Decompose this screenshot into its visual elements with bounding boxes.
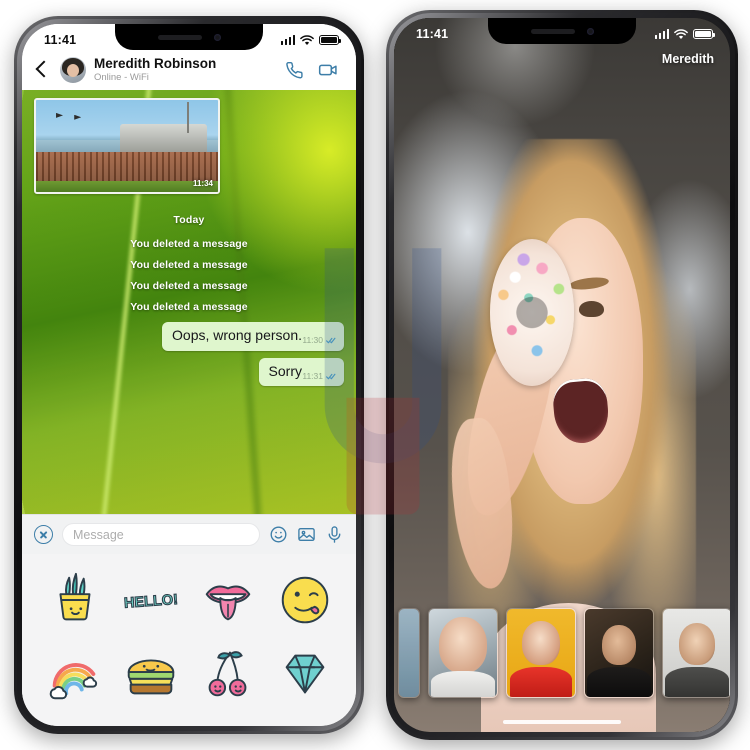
front-camera-icon (586, 27, 594, 35)
hello-text-sticker[interactable]: HELLO! (120, 569, 182, 631)
wifi-icon (300, 34, 314, 45)
thumbnail-0[interactable] (398, 608, 420, 698)
pier-photo-image (36, 100, 218, 192)
message-input[interactable]: Message (62, 523, 260, 546)
thumbnail-face (439, 617, 487, 673)
cactus-plant-sticker[interactable] (43, 569, 105, 631)
pier-deck (36, 151, 218, 184)
contact-avatar[interactable] (60, 57, 86, 83)
thumbnail-2[interactable] (506, 608, 576, 698)
grass-band (36, 180, 218, 192)
contact-info: Meredith Robinson Online - WiFi (94, 56, 276, 83)
outgoing-message-bubble[interactable]: Sorry 11:31 (258, 357, 344, 387)
device-notch (115, 24, 263, 50)
cherries-sticker[interactable] (197, 643, 259, 705)
contact-name: Meredith Robinson (94, 56, 217, 72)
signal-bars-icon (654, 29, 669, 39)
deleted-message-notice: You deleted a message (130, 259, 248, 271)
chat-message-area[interactable]: 11:34 Today You deleted a message You de… (22, 90, 356, 514)
lips-tongue-sticker[interactable] (197, 569, 259, 631)
message-timestamp: 11:31 (302, 370, 323, 381)
pier-mast (186, 101, 189, 134)
story-author-name: Meredith (661, 52, 714, 66)
message-timestamp: 11:30 (302, 335, 323, 346)
battery-icon (693, 29, 716, 39)
eye-region (578, 300, 604, 318)
diamond-sticker[interactable] (274, 643, 336, 705)
sail-flag-icon-2 (74, 114, 82, 120)
thumbnail-body (587, 667, 651, 697)
status-icons (280, 34, 342, 46)
front-camera-icon (213, 33, 221, 41)
photo-timestamp: 11:34 (192, 179, 213, 188)
winking-face-sticker[interactable] (274, 569, 336, 631)
burger-sticker[interactable] (120, 643, 182, 705)
battery-icon (319, 35, 342, 45)
earpiece-speaker (157, 34, 202, 40)
screenshot-stage: 11:41 Meredith Robinson Online - WiFi 11… (0, 0, 750, 750)
message-list: 11:34 Today You deleted a message You de… (22, 90, 356, 392)
pier-pavilion (119, 123, 208, 152)
day-divider: Today (34, 210, 344, 228)
device-notch (488, 18, 636, 44)
message-input-placeholder: Message (73, 527, 124, 542)
contact-status: Online - WiFi (94, 71, 149, 83)
left-phone-screen: 11:41 Meredith Robinson Online - WiFi 11… (22, 24, 356, 726)
thumbnail-strip[interactable] (394, 602, 730, 698)
deleted-message-notice: You deleted a message (130, 301, 248, 313)
signal-bars-icon (280, 35, 295, 45)
earpiece-speaker (530, 28, 575, 34)
thumbnail-face (679, 623, 715, 665)
home-indicator[interactable] (503, 719, 621, 724)
microphone-icon[interactable] (325, 525, 344, 544)
story-viewer[interactable]: 11:41 Meredith (394, 18, 730, 732)
message-text: Sorry (268, 362, 302, 379)
back-chevron-icon[interactable] (32, 60, 52, 80)
status-time: 11:41 (416, 27, 449, 41)
status-time: 11:41 (44, 33, 77, 47)
image-icon[interactable] (297, 525, 316, 544)
message-row: Sorry 11:31 (34, 357, 344, 387)
phone-call-icon[interactable] (284, 60, 304, 80)
thumbnail-body (665, 667, 729, 697)
thumbnail-face (602, 625, 636, 665)
deleted-message-notice: You deleted a message (130, 280, 248, 292)
thumbnail-image (399, 609, 419, 697)
sprinkled-donut (489, 239, 574, 386)
smiley-icon[interactable] (269, 525, 288, 544)
outgoing-message-bubble[interactable]: Oops, wrong person. 11:30 (162, 322, 344, 351)
double-check-icon (326, 373, 337, 380)
video-camera-icon[interactable] (318, 60, 338, 80)
header-actions (284, 60, 342, 80)
right-phone-screen: 11:41 Meredith (394, 18, 730, 732)
day-divider-label: Today (173, 214, 205, 226)
photo-message-bubble[interactable]: 11:34 (34, 98, 220, 194)
sail-flag-icon (56, 112, 64, 118)
chat-header-bar: 11:41 Meredith Robinson Online - WiFi (22, 24, 356, 90)
rainbow-sticker[interactable] (43, 643, 105, 705)
message-meta: 11:31 (302, 370, 337, 382)
deleted-message-notice: You deleted a message (130, 238, 248, 250)
message-row: Oops, wrong person. 11:30 (34, 322, 344, 351)
sticker-tray: HELLO! (22, 554, 356, 726)
message-input-bar: Message (22, 514, 356, 554)
thumbnail-face (522, 621, 560, 665)
thumbnail-1[interactable] (428, 608, 498, 698)
thumbnail-3[interactable] (584, 608, 654, 698)
wifi-icon (674, 28, 688, 39)
chat-application: 11:41 Meredith Robinson Online - WiFi 11… (22, 24, 356, 726)
double-check-icon (326, 337, 337, 344)
thumbnail-4[interactable] (662, 608, 730, 698)
thumbnail-body (431, 671, 495, 697)
right-phone-device: 11:41 Meredith (386, 10, 738, 740)
svg-text:HELLO!: HELLO! (123, 592, 178, 612)
close-circle-icon[interactable] (34, 525, 53, 544)
message-meta: 11:30 (302, 336, 337, 346)
message-text: Oops, wrong person. (172, 327, 302, 343)
status-icons (654, 28, 716, 40)
thumbnail-body (510, 667, 572, 697)
left-phone-device: 11:41 Meredith Robinson Online - WiFi 11… (14, 16, 364, 734)
